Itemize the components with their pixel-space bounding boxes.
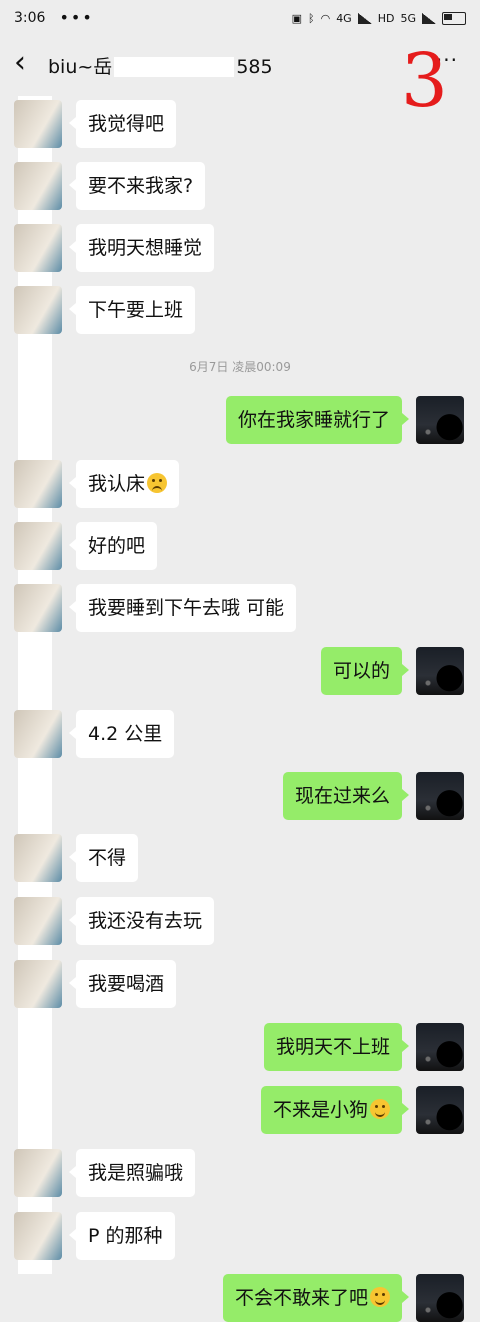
message-row: 好的吧 [14, 522, 158, 570]
message-row: 我是照骗哦 [14, 1149, 196, 1197]
message-bubble[interactable]: 现在过来么 [282, 772, 410, 820]
message-bubble[interactable]: 可以的 [320, 647, 410, 695]
user-avatar[interactable] [416, 772, 464, 820]
annotation-number: 3 [400, 38, 448, 124]
user-avatar[interactable] [416, 647, 464, 695]
contact-avatar[interactable] [14, 224, 62, 272]
message-row: 我要喝酒 [14, 960, 177, 1008]
message-row: 我明天不上班 [263, 1023, 464, 1071]
contact-avatar[interactable] [14, 1149, 62, 1197]
message-row: P 的那种 [14, 1212, 175, 1260]
briefcase-icon: ▣ [291, 11, 302, 25]
contact-avatar[interactable] [14, 584, 62, 632]
frown-emoji-icon [147, 473, 168, 493]
chevron-left-icon[interactable]: ‹ [14, 48, 44, 78]
chat-timestamp: 6月7日 凌晨00:09 [189, 360, 291, 374]
message-row: 要不来我家? [14, 162, 206, 210]
message-bubble[interactable]: 我觉得吧 [68, 100, 177, 148]
contact-avatar[interactable] [14, 1212, 62, 1260]
message-bubble[interactable]: 我是照骗哦 [68, 1149, 196, 1197]
contact-avatar[interactable] [14, 286, 62, 334]
message-bubble[interactable]: 我认床 [68, 460, 180, 508]
message-row: 4.2 公里 [14, 710, 175, 758]
message-row: 你在我家睡就行了 [225, 396, 464, 444]
network-type-2: 5G [400, 11, 416, 25]
message-row: 现在过来么 [282, 772, 464, 820]
message-bubble[interactable]: 不来是小狗 [260, 1086, 410, 1134]
contact-avatar[interactable] [14, 460, 62, 508]
message-bubble[interactable]: 下午要上班 [68, 286, 196, 334]
message-row: 可以的 [320, 647, 464, 695]
smile-emoji-icon [370, 1099, 390, 1119]
message-row: 我认床 [14, 460, 180, 508]
message-row: 不会不敢来了吧 [222, 1274, 464, 1322]
user-avatar[interactable] [416, 1086, 464, 1134]
message-bubble[interactable]: 我明天想睡觉 [68, 224, 215, 272]
network-type-1: 4G [336, 11, 352, 25]
message-bubble[interactable]: 你在我家睡就行了 [225, 396, 410, 444]
message-row: 下午要上班 [14, 286, 196, 334]
message-bubble[interactable]: 我要喝酒 [68, 960, 177, 1008]
message-bubble[interactable]: 要不来我家? [68, 162, 206, 210]
contact-avatar[interactable] [14, 522, 62, 570]
status-time: 3:06 [14, 10, 46, 26]
signal-icon [357, 12, 372, 24]
message-bubble[interactable]: 不会不敢来了吧 [222, 1274, 410, 1322]
avatar-redaction-bar [18, 96, 52, 1274]
message-bubble[interactable]: 不得 [68, 834, 139, 882]
message-text: 我认床 [88, 473, 146, 495]
user-avatar[interactable] [416, 1023, 464, 1071]
user-avatar[interactable] [416, 1274, 464, 1322]
redaction-mask [114, 57, 235, 77]
message-text: 不会不敢来了吧 [234, 1287, 368, 1309]
wifi-icon: ◠ [320, 11, 331, 25]
message-bubble[interactable]: P 的那种 [69, 1212, 175, 1260]
status-bar: 3:06 ••• ▣ ᛒ ◠ 4G HD 5G [0, 0, 480, 36]
contact-avatar[interactable] [14, 162, 62, 210]
battery-icon [442, 11, 466, 25]
chat-title: biu~岳 585 [48, 52, 273, 79]
hd-badge: HD [377, 11, 395, 25]
message-text: 不来是小狗 [272, 1099, 368, 1121]
message-row: 不得 [14, 834, 139, 882]
message-bubble[interactable]: 我要睡到下午去哦 可能 [68, 584, 297, 632]
message-bubble[interactable]: 好的吧 [68, 522, 158, 570]
smile-emoji-icon [370, 1287, 390, 1307]
notification-dots-icon: ••• [59, 8, 94, 27]
message-bubble[interactable]: 4.2 公里 [68, 710, 175, 758]
signal-icon-2 [422, 12, 436, 24]
bluetooth-icon: ᛒ [307, 11, 315, 25]
message-bubble[interactable]: 我还没有去玩 [68, 897, 215, 945]
title-suffix: 585 [236, 55, 273, 78]
message-bubble[interactable]: 我明天不上班 [263, 1023, 410, 1071]
contact-avatar[interactable] [14, 100, 62, 148]
title-prefix: biu~岳 [48, 55, 113, 78]
message-row: 我明天想睡觉 [14, 224, 215, 272]
contact-avatar[interactable] [14, 710, 62, 758]
contact-avatar[interactable] [14, 960, 62, 1008]
message-row: 不来是小狗 [260, 1086, 464, 1134]
message-row: 我觉得吧 [14, 100, 177, 148]
contact-avatar[interactable] [14, 834, 62, 882]
message-row: 我还没有去玩 [14, 897, 215, 945]
contact-avatar[interactable] [14, 897, 62, 945]
message-row: 我要睡到下午去哦 可能 [14, 584, 297, 632]
user-avatar[interactable] [416, 396, 464, 444]
